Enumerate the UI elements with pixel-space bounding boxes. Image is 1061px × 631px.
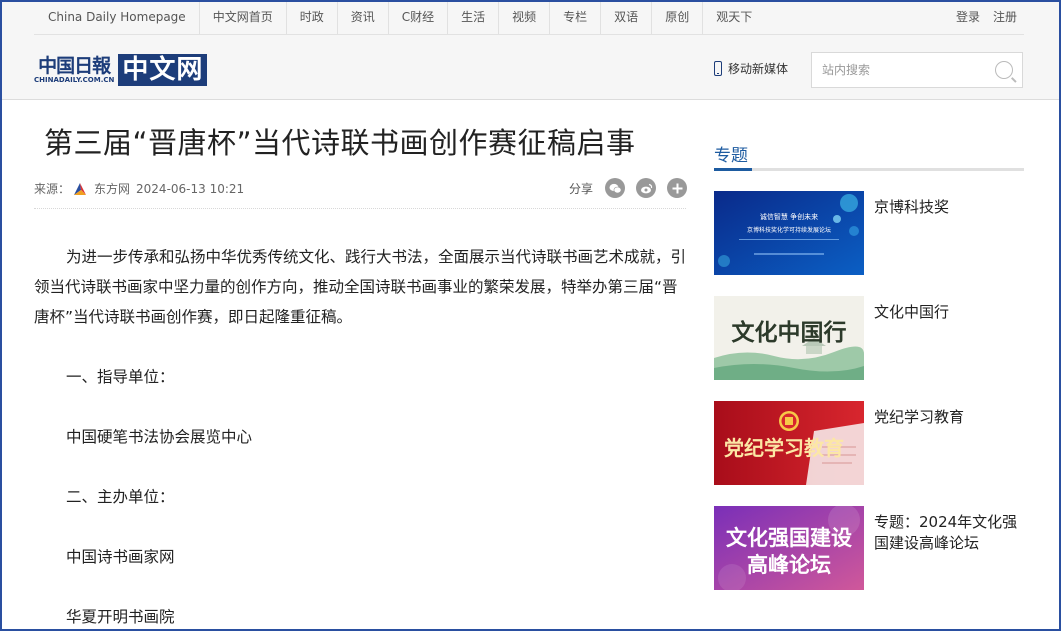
topic-label[interactable]: 京博科技奖 [874, 197, 1024, 218]
nav-bilingual[interactable]: 双语 [601, 0, 653, 34]
site-search [811, 52, 1023, 88]
nav-politics[interactable]: 时政 [287, 0, 338, 34]
sidebar-topic-item[interactable]: 党纪学习教育 党纪学习教育 [714, 401, 1024, 485]
sidebar-heading-rule [714, 168, 1024, 171]
sidebar-heading[interactable]: 专题 [714, 141, 748, 166]
more-share-icon[interactable] [667, 178, 688, 198]
source-logo-icon [74, 182, 87, 195]
nav-life[interactable]: 生活 [448, 0, 500, 34]
thumb-line-2: 高峰论坛 [747, 553, 831, 577]
login-link[interactable]: 登录 [956, 0, 980, 34]
site-logo[interactable]: 中国日報 CHINADAILY.COM.CN 中文网 [34, 52, 208, 88]
article-title: 第三届“晋唐杯”当代诗联书画创作赛征稿启事 [44, 126, 636, 160]
sidebar-topic-item[interactable]: 诚信智慧 争创未来 京博科技奖化学可持续发展论坛 京博科技奖 [714, 191, 1024, 275]
header-divider [34, 34, 1024, 35]
register-link[interactable]: 注册 [993, 0, 1017, 34]
nav-cn-homepage[interactable]: 中文网首页 [200, 0, 287, 34]
nav-finance[interactable]: C财经 [389, 0, 449, 34]
mobile-phone-icon [714, 61, 722, 76]
topic-label[interactable]: 文化中国行 [874, 302, 1024, 323]
thumb-slogan: 诚信智慧 争创未来 [760, 212, 818, 221]
site-header: China Daily Homepage 中文网首页 时政 资讯 C财经 生活 … [0, 0, 1061, 100]
guidance-unit: 中国硬笔书法协会展览中心 [66, 428, 253, 446]
article-body: 为进一步传承和弘扬中华优秀传统文化、践行大书法，全面展示当代诗联书画艺术成就，引… [34, 242, 686, 631]
china-daily-wordmark: 中国日報 CHINADAILY.COM.CN [34, 54, 115, 84]
nav-china-daily-homepage[interactable]: China Daily Homepage [36, 0, 200, 34]
nav-columns[interactable]: 专栏 [550, 0, 602, 34]
article-meta: 来源： 东方网 2024-06-13 10:21 [34, 180, 244, 197]
section-heading-organizer: 二、主办单位： [66, 488, 175, 506]
topic-thumbnail[interactable]: 文化强国建设 高峰论坛 [714, 506, 864, 590]
sidebar-topic-item[interactable]: 文化强国建设 高峰论坛 专题：2024年文化强国建设高峰论坛 [714, 506, 1024, 590]
topic-thumbnail[interactable]: 文化中国行 [714, 296, 864, 380]
thumb-title: 党纪学习教育 [724, 436, 844, 460]
search-icon[interactable] [995, 61, 1013, 79]
top-navigation: China Daily Homepage 中文网首页 时政 资讯 C财经 生活 … [36, 0, 765, 34]
meta-divider [34, 208, 686, 209]
topic-label[interactable]: 专题：2024年文化强国建设高峰论坛 [874, 512, 1024, 554]
mobile-media-link[interactable]: 移动新媒体 [714, 60, 788, 77]
nav-video[interactable]: 视频 [499, 0, 551, 34]
section-heading-guidance: 一、指导单位： [66, 368, 175, 386]
source-name[interactable]: 东方网 [94, 180, 130, 197]
thumb-line-1: 文化强国建设 [726, 526, 852, 550]
search-input[interactable] [822, 53, 992, 87]
share-bar: 分享 [569, 178, 698, 198]
auth-links: 登录 注册 [956, 0, 1017, 34]
topic-thumbnail[interactable]: 党纪学习教育 [714, 401, 864, 485]
thumb-forum-title: 京博科技奖化学可持续发展论坛 [747, 226, 831, 234]
mobile-media-label: 移动新媒体 [728, 62, 789, 76]
nav-original[interactable]: 原创 [652, 0, 704, 34]
article-paragraph: 为进一步传承和弘扬中华优秀传统文化、践行大书法，全面展示当代诗联书画艺术成就，引… [34, 248, 687, 326]
chinese-site-logo-box: 中文网 [118, 54, 208, 86]
weibo-share-icon[interactable] [636, 178, 657, 198]
sidebar-topic-item[interactable]: 文化中国行 文化中国行 [714, 296, 1024, 380]
topic-label[interactable]: 党纪学习教育 [874, 407, 1024, 428]
publish-datetime: 2024-06-13 10:21 [136, 181, 245, 196]
thumb-title: 文化中国行 [732, 319, 847, 346]
nav-news[interactable]: 资讯 [338, 0, 389, 34]
share-label: 分享 [569, 181, 594, 196]
sidebar-heading-accent [714, 168, 752, 171]
organizer-unit-1: 中国诗书画家网 [66, 548, 175, 566]
source-label: 来源： [34, 182, 71, 196]
organizer-unit-2: 华夏开明书画院 [66, 608, 175, 626]
nav-world[interactable]: 观天下 [703, 0, 765, 34]
wechat-share-icon[interactable] [605, 178, 626, 198]
topic-thumbnail[interactable]: 诚信智慧 争创未来 京博科技奖化学可持续发展论坛 [714, 191, 864, 275]
